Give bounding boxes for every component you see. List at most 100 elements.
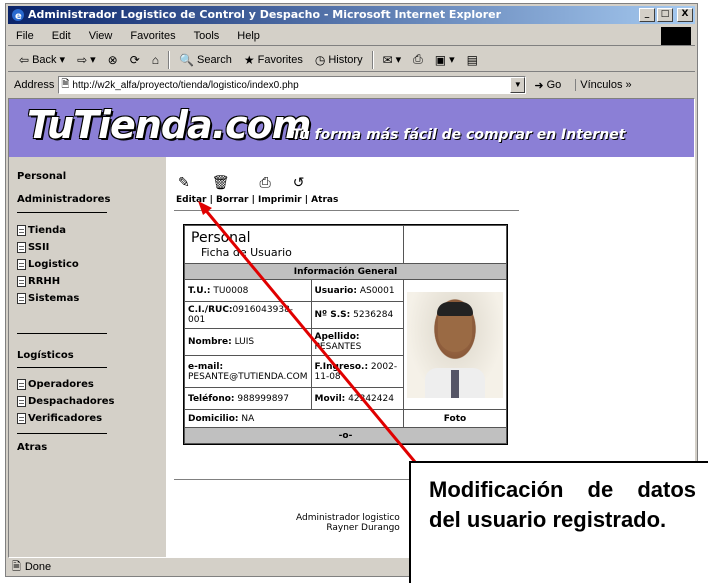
address-input[interactable]: 🗎 http://w2k_alfa/proyecto/tienda/logist… xyxy=(58,76,527,94)
toolbar: ⇦ Back ▾ ⇨ ▾ ⊗ ⟳ ⌂ 🔍 Search ★ Favorites ◷ Hist… xyxy=(8,48,695,72)
sidebar-divider xyxy=(17,367,107,368)
domicilio-label: Domicilio: xyxy=(188,413,239,424)
usuario-cell: Usuario: AS0001 xyxy=(310,279,404,302)
sidebar-personal-link[interactable]: Personal xyxy=(17,171,66,182)
email-value: PESANTE@TUTIENDA.COM xyxy=(188,371,308,382)
document-icon xyxy=(17,396,26,407)
card-header-empty xyxy=(403,225,507,264)
menu-tools[interactable]: Tools xyxy=(194,30,220,42)
tu-label: T.U.: xyxy=(188,285,211,296)
mail-button[interactable]: ✉ ▾ xyxy=(380,53,405,67)
refresh-button[interactable]: ⟳ xyxy=(127,53,143,67)
sidebar-divider xyxy=(17,433,107,434)
action-links[interactable]: Editar | Borrar | Imprimir | Atras xyxy=(176,195,338,205)
user-photo xyxy=(407,291,503,398)
edit-button[interactable]: ▣ ▾ xyxy=(432,53,458,67)
ingreso-cell: F.Ingreso.: 2002-11-08 xyxy=(310,355,404,388)
photo-cell xyxy=(403,279,507,410)
usuario-value: AS0001 xyxy=(359,285,395,296)
document-icon xyxy=(17,379,26,390)
dropdown-icon: ▾ xyxy=(90,54,96,66)
close-button[interactable]: X xyxy=(677,8,693,22)
history-icon: ◷ xyxy=(314,52,326,67)
back-button[interactable]: ⇦ Back ▾ xyxy=(16,53,68,67)
action-icons: ✎ 🗑 ⎙ ↺ xyxy=(178,175,304,191)
card-footer-bar: -o- xyxy=(184,427,507,444)
address-dropdown-icon[interactable]: ▼ xyxy=(510,77,526,93)
printer-icon[interactable]: ⎙ xyxy=(260,175,271,191)
sidebar-item-logistico[interactable]: Logistico xyxy=(17,259,79,270)
home-button[interactable]: ⌂ xyxy=(149,53,162,67)
search-label: Search xyxy=(196,53,232,66)
go-arrow-icon: ➜ xyxy=(534,79,544,92)
sidebar-administradores-link[interactable]: Administradores xyxy=(17,194,110,205)
document-icon xyxy=(17,259,26,270)
favorites-button[interactable]: ★ Favorites xyxy=(241,53,306,67)
site-logo: TuTienda.com xyxy=(27,103,311,147)
telefono-label: Teléfono: xyxy=(188,393,235,404)
minimize-button[interactable]: _ xyxy=(639,8,655,22)
domicilio-cell: Domicilio: NA xyxy=(184,409,404,428)
telefono-cell: Teléfono: 988999897 xyxy=(184,387,312,410)
stop-icon: ⊗ xyxy=(107,52,118,67)
search-button[interactable]: 🔍 Search xyxy=(176,53,235,67)
history-label: History xyxy=(328,53,363,66)
print-button[interactable]: ⎙ xyxy=(410,52,426,67)
address-bar: Address 🗎 http://w2k_alfa/proyecto/tiend… xyxy=(8,74,695,96)
sidebar-atras-link[interactable]: Atras xyxy=(17,442,47,453)
email-label: e-mail: xyxy=(188,361,224,372)
sidebar-item-tienda[interactable]: Tienda xyxy=(17,225,66,236)
movil-value: 42342424 xyxy=(348,393,394,404)
maximize-button[interactable]: □ xyxy=(657,8,673,22)
page-footer: Administrador logistico Rayner Durango xyxy=(296,513,400,533)
forward-button[interactable]: ⇨ ▾ xyxy=(74,53,99,67)
apellido-cell: Apellido: PESANTES xyxy=(310,328,404,356)
sidebar-item-operadores[interactable]: Operadores xyxy=(17,379,94,390)
menu-file[interactable]: File xyxy=(16,30,34,42)
menu-help[interactable]: Help xyxy=(237,30,260,42)
usuario-label: Usuario: xyxy=(314,285,357,296)
links-label: Vínculos xyxy=(580,79,623,91)
nombre-label: Nombre: xyxy=(188,337,232,347)
sidebar-item-ssii[interactable]: SSII xyxy=(17,242,49,253)
menu-bar: File Edit View Favorites Tools Help xyxy=(8,26,695,46)
sidebar-item-label: Logistico xyxy=(28,259,79,270)
sidebar-item-label: Operadores xyxy=(28,379,94,390)
discuss-icon: ▤ xyxy=(466,52,478,67)
sidebar-item-label: Sistemas xyxy=(28,293,80,304)
edit-icon[interactable]: ✎ xyxy=(178,175,190,191)
back-icon[interactable]: ↺ xyxy=(293,175,305,191)
go-label: Go xyxy=(546,79,562,91)
go-button[interactable]: ➜ Go xyxy=(534,79,561,92)
links-button[interactable]: Vínculos » xyxy=(575,79,632,91)
history-button[interactable]: ◷ History xyxy=(312,53,366,67)
discuss-button[interactable]: ▤ xyxy=(464,53,481,67)
print-icon: ⎙ xyxy=(413,52,423,66)
menu-view[interactable]: View xyxy=(89,30,113,42)
address-url: http://w2k_alfa/proyecto/tienda/logistic… xyxy=(72,79,299,91)
favorites-label: Favorites xyxy=(257,53,303,66)
menu-edit[interactable]: Edit xyxy=(52,30,71,42)
foto-label: Foto xyxy=(403,409,507,428)
trash-icon[interactable]: 🗑 xyxy=(212,175,230,191)
sidebar-item-verificadores[interactable]: Verificadores xyxy=(17,413,102,424)
title-bar: e Administrador Logistico de Control y D… xyxy=(8,6,695,24)
movil-label: Movil: xyxy=(314,393,346,404)
sidebar-item-sistemas[interactable]: Sistemas xyxy=(17,293,79,304)
ingreso-label: F.Ingreso.: xyxy=(314,361,369,372)
menu-favorites[interactable]: Favorites xyxy=(130,30,175,42)
email-cell: e-mail: PESANTE@TUTIENDA.COM xyxy=(184,355,312,388)
sidebar-item-rrhh[interactable]: RRHH xyxy=(17,276,60,287)
windows-logo-icon xyxy=(661,27,691,45)
mail-icon: ✉ xyxy=(382,52,393,67)
sidebar-item-label: SSII xyxy=(28,242,50,253)
svg-text:e: e xyxy=(15,11,22,22)
status-text: Done xyxy=(24,561,52,573)
sidebar-item-despachadores[interactable]: Despachadores xyxy=(17,396,114,407)
divider xyxy=(174,210,519,211)
stop-button[interactable]: ⊗ xyxy=(105,53,121,67)
sidebar-logisticos-link[interactable]: Logísticos xyxy=(17,350,74,361)
sidebar-item-label: Tienda xyxy=(28,225,67,236)
sidebar-divider xyxy=(17,212,107,213)
nombre-cell: Nombre: LUIS xyxy=(184,328,312,356)
